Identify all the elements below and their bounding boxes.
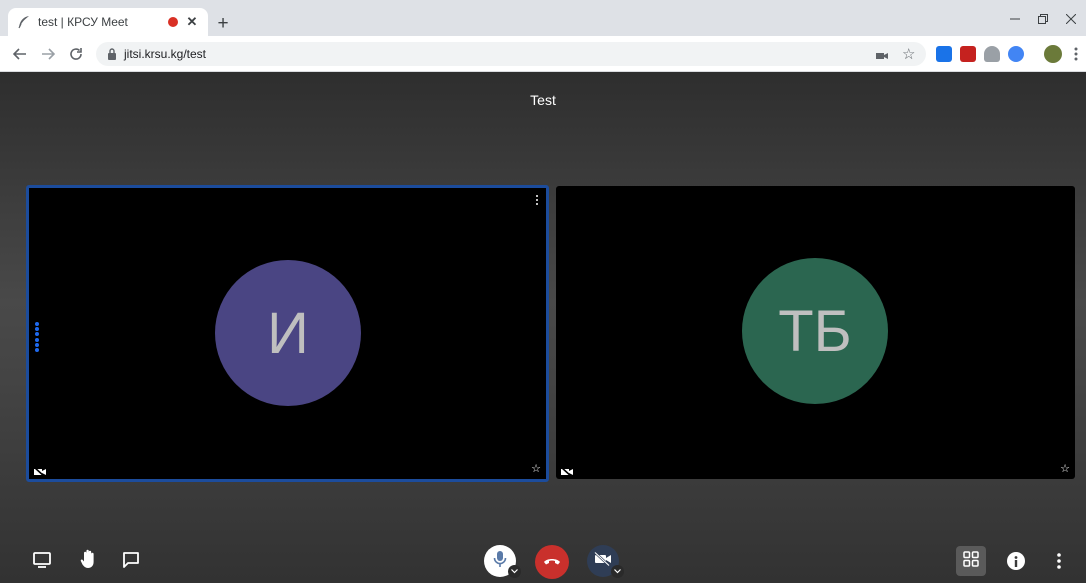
tile-menu-icon[interactable] — [534, 194, 540, 206]
hangup-icon — [543, 553, 561, 571]
extension-clock-icon[interactable] — [936, 46, 952, 62]
meeting-stage: Test И ☆ ТБ ☆ — [0, 72, 1086, 583]
screen-share-icon[interactable] — [32, 550, 52, 570]
hangup-button[interactable] — [535, 545, 569, 579]
restore-icon[interactable] — [1028, 8, 1058, 30]
camera-in-use-icon[interactable] — [876, 48, 888, 66]
camera-off-status-icon — [33, 464, 46, 478]
chevron-down-icon[interactable] — [611, 565, 624, 578]
forward-arrow-icon[interactable] — [38, 44, 58, 64]
participant-avatar: И — [215, 260, 361, 406]
participant-avatar: ТБ — [742, 258, 888, 404]
feather-favicon-icon — [16, 14, 32, 30]
bookmark-star-icon[interactable]: ☆ — [902, 45, 915, 63]
tile-view-button[interactable] — [956, 546, 986, 576]
browser-tabstrip: test | КРСУ Meet ✕ + — [0, 0, 1086, 36]
profile-avatar[interactable] — [1044, 45, 1062, 63]
reload-icon[interactable] — [66, 44, 86, 64]
browser-tab[interactable]: test | КРСУ Meet ✕ — [8, 8, 208, 36]
chat-icon[interactable] — [121, 550, 141, 570]
url-text: jitsi.krsu.kg/test — [124, 47, 207, 61]
info-icon[interactable] — [1007, 552, 1025, 570]
tab-close-icon[interactable]: ✕ — [184, 14, 200, 30]
participant-tile[interactable]: И ☆ — [26, 185, 549, 482]
chevron-down-icon[interactable] — [508, 565, 521, 578]
extension-pdf-icon[interactable] — [960, 46, 976, 62]
new-tab-button[interactable]: + — [212, 13, 234, 35]
meeting-title: Test — [530, 92, 556, 108]
camera-button[interactable] — [587, 545, 624, 578]
microphone-button[interactable] — [484, 545, 521, 578]
tile-view-icon — [963, 550, 979, 572]
back-arrow-icon[interactable] — [10, 44, 30, 64]
address-bar[interactable]: jitsi.krsu.kg/test ☆ — [96, 42, 926, 66]
browser-menu-icon[interactable] — [1066, 44, 1086, 64]
participant-tile[interactable]: ТБ ☆ — [556, 186, 1075, 479]
microphone-icon — [493, 550, 507, 573]
lock-icon — [106, 48, 118, 60]
camera-off-icon — [594, 551, 612, 571]
pin-star-icon[interactable]: ☆ — [1060, 463, 1070, 475]
close-window-icon[interactable] — [1056, 8, 1086, 30]
pin-star-icon[interactable]: ☆ — [531, 463, 541, 475]
extension-shield-icon[interactable] — [984, 46, 1000, 62]
minimize-icon[interactable] — [1000, 8, 1030, 30]
more-icon[interactable] — [1052, 550, 1066, 572]
extension-gear-icon[interactable] — [1008, 46, 1024, 62]
camera-off-status-icon — [560, 464, 573, 478]
audio-level-indicator — [35, 322, 40, 352]
raise-hand-icon[interactable] — [78, 548, 100, 570]
tab-title: test | КРСУ Meet — [38, 15, 128, 29]
recording-indicator-icon — [168, 17, 178, 27]
browser-toolbar: jitsi.krsu.kg/test ☆ — [0, 36, 1086, 72]
